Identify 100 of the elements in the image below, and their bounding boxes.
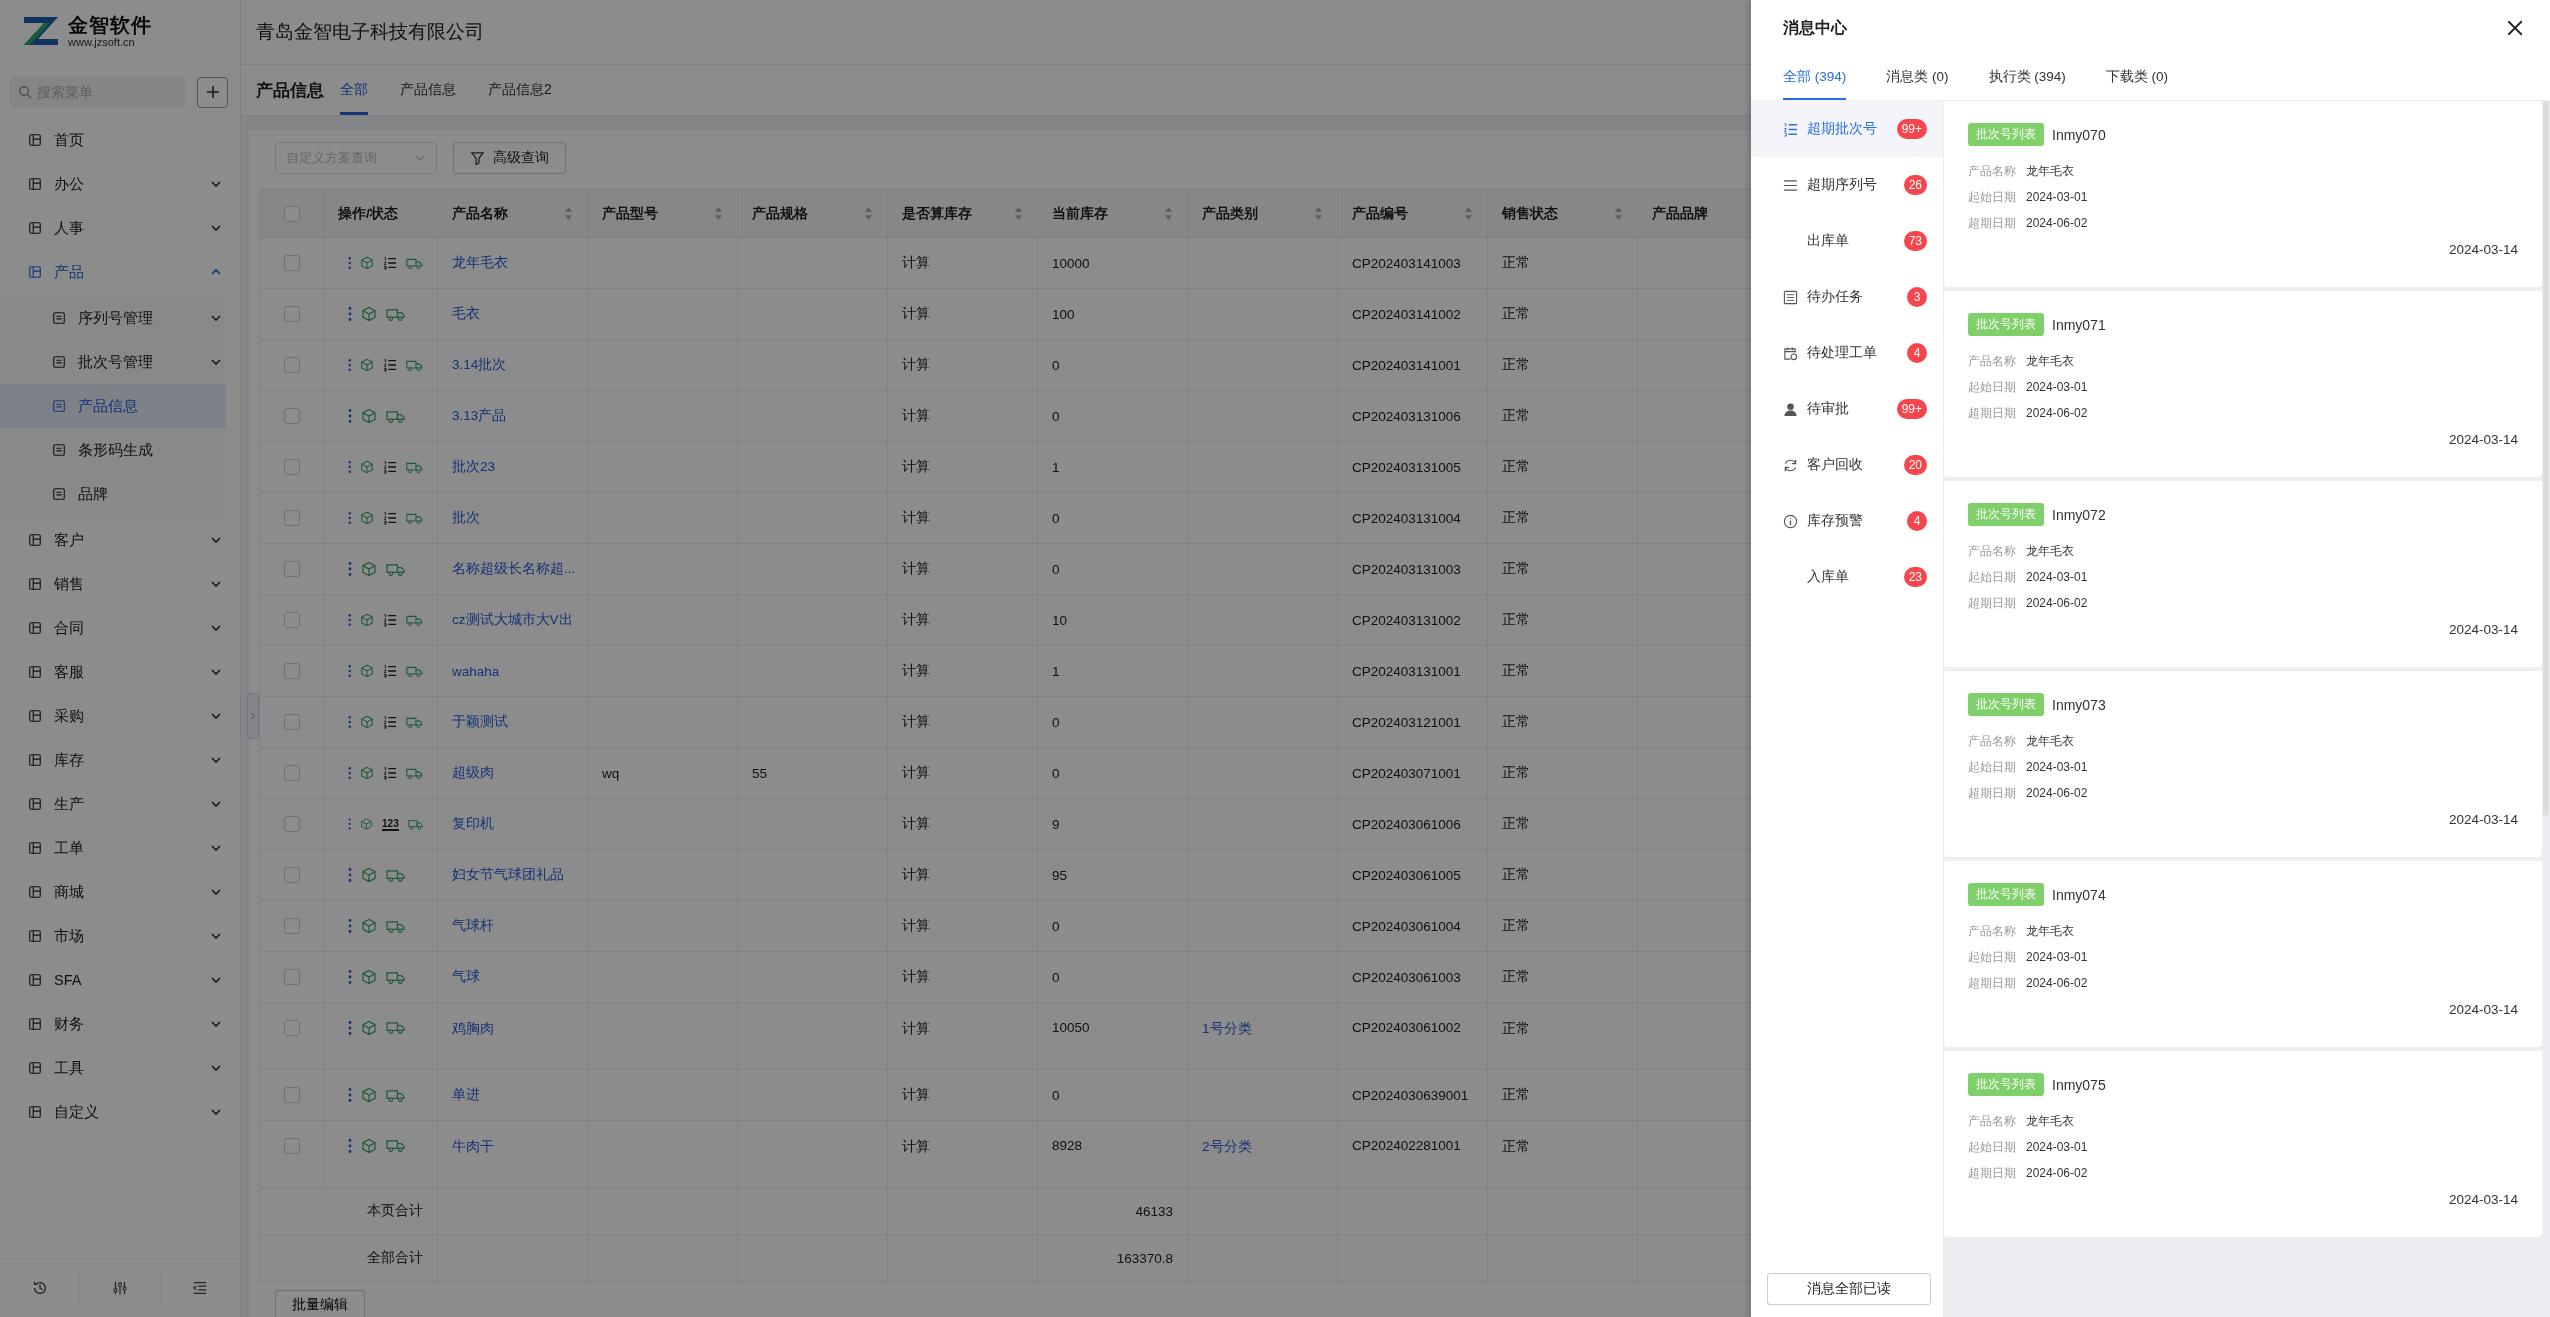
category-item[interactable]: 待审批 99+	[1751, 381, 1943, 437]
cube-icon[interactable]	[361, 918, 377, 934]
nav-item[interactable]: 首页	[0, 118, 240, 162]
column-header[interactable]: 产品型号	[588, 190, 738, 237]
cube-icon[interactable]	[360, 765, 375, 781]
product-name-link[interactable]: 批次	[452, 509, 480, 527]
sort-icon[interactable]	[1164, 206, 1173, 221]
numbered-list-icon[interactable]	[383, 663, 398, 679]
truck-icon[interactable]	[386, 969, 405, 985]
product-name-link[interactable]: 气球杆	[452, 917, 494, 935]
product-name-link[interactable]: 3.14批次	[452, 356, 507, 374]
category-item[interactable]: 超期批次号 99+	[1751, 101, 1943, 157]
checkbox[interactable]	[283, 255, 300, 271]
category-item[interactable]: 客户回收 20	[1751, 437, 1943, 493]
mark-all-read-button[interactable]: 消息全部已读	[1767, 1273, 1931, 1305]
checkbox[interactable]	[283, 510, 300, 526]
cube-icon[interactable]	[360, 816, 374, 832]
nav-item[interactable]: 自定义	[0, 1090, 240, 1134]
nav-item[interactable]: 市场	[0, 914, 240, 958]
message-card[interactable]: 批次号列表 Inmy074 产品名称 龙年毛衣 起始日期 2024-03-01 超期日期 2024-06-02 2024-03-14	[1944, 861, 2542, 1047]
checkbox[interactable]	[283, 561, 300, 577]
cube-icon[interactable]	[360, 510, 375, 526]
tab[interactable]: 消息类 (0)	[1886, 56, 1949, 100]
checkbox[interactable]	[283, 867, 300, 883]
tab[interactable]: 产品信息	[400, 65, 456, 115]
nav-item[interactable]: 条形码生成	[0, 428, 226, 472]
product-name-link[interactable]: 批次23	[452, 458, 496, 476]
product-name-link[interactable]: wahaha	[452, 663, 500, 679]
more-icon[interactable]	[348, 510, 352, 526]
message-card[interactable]: 批次号列表 Inmy075 产品名称 龙年毛衣 起始日期 2024-03-01 超期日期 2024-06-02 2024-03-14	[1944, 1051, 2542, 1237]
category-item[interactable]: 库存预警 4	[1751, 493, 1943, 549]
numbered-list-icon[interactable]	[383, 612, 398, 628]
category-link[interactable]: 2号分类	[1202, 1138, 1252, 1156]
checkbox[interactable]	[283, 969, 300, 985]
product-name-link[interactable]: 名称超级长名称超...	[452, 560, 576, 578]
category-link[interactable]: 1号分类	[1202, 1020, 1252, 1038]
checkbox[interactable]	[283, 1020, 300, 1036]
sort-icon[interactable]	[1314, 206, 1323, 221]
more-icon[interactable]	[348, 867, 352, 883]
checkbox[interactable]	[283, 205, 300, 222]
category-item[interactable]: 待办任务 3	[1751, 269, 1943, 325]
add-button[interactable]	[197, 76, 228, 108]
tab[interactable]: 下载类 (0)	[2105, 56, 2169, 100]
numbered-list-icon[interactable]	[383, 765, 398, 781]
message-card[interactable]: 批次号列表 Inmy072 产品名称 龙年毛衣 起始日期 2024-03-01 超期日期 2024-06-02 2024-03-14	[1944, 481, 2542, 667]
truck-icon[interactable]	[386, 867, 405, 883]
checkbox[interactable]	[283, 816, 300, 832]
cube-icon[interactable]	[361, 561, 377, 577]
sort-icon[interactable]	[864, 206, 873, 221]
truck-icon[interactable]	[386, 1138, 405, 1153]
cube-icon[interactable]	[361, 408, 377, 424]
truck-icon[interactable]	[386, 918, 405, 934]
column-header[interactable]: 是否算库存	[888, 190, 1038, 237]
nav-item[interactable]: 工具	[0, 1046, 240, 1090]
cube-icon[interactable]	[361, 306, 377, 322]
message-card[interactable]: 批次号列表 Inmy071 产品名称 龙年毛衣 起始日期 2024-03-01 超期日期 2024-06-02 2024-03-14	[1944, 291, 2542, 477]
more-icon[interactable]	[348, 765, 352, 781]
more-icon[interactable]	[348, 255, 352, 271]
checkbox[interactable]	[283, 714, 300, 730]
numbered-list-icon[interactable]	[383, 510, 398, 526]
checkbox[interactable]	[283, 612, 300, 628]
nav-item[interactable]: 合同	[0, 606, 240, 650]
product-name-link[interactable]: 龙年毛衣	[452, 254, 508, 272]
sort-icon[interactable]	[1014, 206, 1023, 221]
more-icon[interactable]	[348, 408, 352, 424]
checkbox[interactable]	[283, 1138, 300, 1154]
column-header[interactable]: 操作/状态	[324, 190, 438, 237]
product-name-link[interactable]: 鸡胸肉	[452, 1020, 494, 1038]
checkbox[interactable]	[283, 918, 300, 934]
cube-icon[interactable]	[360, 357, 375, 373]
product-name-link[interactable]: 3.13产品	[452, 407, 507, 425]
checkbox[interactable]	[283, 459, 300, 475]
nav-item[interactable]: 办公	[0, 162, 240, 206]
collapse-handle[interactable]	[247, 693, 259, 739]
product-name-link[interactable]: 妇女节气球团礼品	[452, 866, 564, 884]
message-card[interactable]: 批次号列表 Inmy073 产品名称 龙年毛衣 起始日期 2024-03-01 超期日期 2024-06-02 2024-03-14	[1944, 671, 2542, 857]
tab[interactable]: 全部	[340, 65, 368, 115]
numbered-list-icon[interactable]	[383, 459, 398, 475]
more-icon[interactable]	[348, 1020, 352, 1036]
cube-icon[interactable]	[361, 867, 377, 883]
cube-icon[interactable]	[360, 663, 375, 679]
product-name-link[interactable]: 于颖测试	[452, 713, 508, 731]
more-icon[interactable]	[348, 714, 352, 730]
column-header[interactable]: 销售状态	[1488, 190, 1638, 237]
advanced-search-button[interactable]: 高级查询	[453, 142, 566, 174]
cube-icon[interactable]	[360, 612, 375, 628]
column-header[interactable]: 产品类别	[1188, 190, 1338, 237]
truck-icon[interactable]	[386, 408, 405, 424]
truck-icon[interactable]	[386, 1087, 405, 1103]
nav-item[interactable]: 序列号管理	[0, 296, 226, 340]
scrollbar[interactable]	[2543, 101, 2549, 816]
product-name-link[interactable]: 单进	[452, 1086, 480, 1104]
nav-item[interactable]: 批次号管理	[0, 340, 226, 384]
cube-icon[interactable]	[360, 459, 375, 475]
nav-item[interactable]: 工单	[0, 826, 240, 870]
nav-item[interactable]: 采购	[0, 694, 240, 738]
product-name-link[interactable]: 复印机	[452, 815, 494, 833]
category-item[interactable]: 待处理工单 4	[1751, 325, 1943, 381]
checkbox[interactable]	[283, 408, 300, 424]
cube-icon[interactable]	[360, 714, 375, 730]
